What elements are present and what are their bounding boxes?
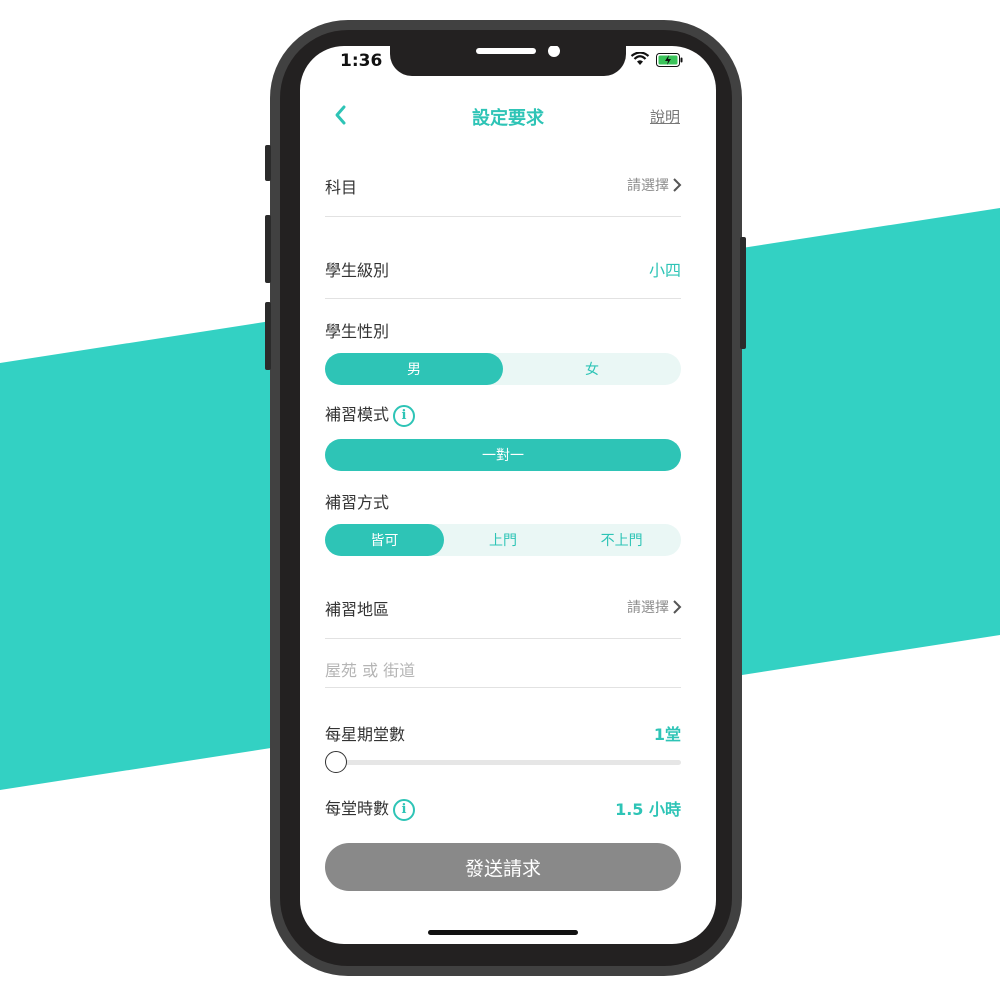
tutoring-method-label: 補習方式: [325, 493, 390, 512]
send-request-button[interactable]: 發送請求: [325, 843, 681, 891]
divider: [325, 216, 681, 217]
battery-charging-icon: [656, 53, 683, 67]
phone-side-button: [265, 215, 271, 283]
lessons-slider-thumb[interactable]: [325, 751, 347, 773]
phone-side-button: [265, 145, 271, 181]
subject-value: 請選擇: [627, 178, 669, 194]
phone-side-button: [265, 302, 271, 370]
gender-label: 學生性別: [325, 322, 390, 341]
district-select[interactable]: 請選擇: [627, 597, 682, 617]
tutoring-mode-option-one-on-one[interactable]: 一對一: [325, 439, 681, 471]
status-time: 1:36: [340, 51, 383, 71]
subject-label: 科目: [325, 178, 358, 197]
tutoring-method-option-any[interactable]: 皆可: [325, 524, 444, 556]
tutoring-mode-label: 補習模式: [325, 405, 390, 424]
gender-segmented-control: 男 女: [325, 353, 681, 385]
hours-per-lesson-value[interactable]: 1.5 小時: [615, 796, 681, 820]
gender-option-male[interactable]: 男: [325, 353, 503, 385]
tutoring-mode-segmented-control: 一對一: [325, 439, 681, 471]
lessons-slider-track[interactable]: [325, 760, 681, 765]
help-link[interactable]: 說明: [650, 106, 680, 127]
hours-per-lesson-label-row: 每堂時數 i: [325, 795, 416, 821]
district-value: 請選擇: [627, 600, 669, 616]
tutoring-mode-label-row: 補習模式 i: [325, 401, 416, 427]
app-screen: 1:36 設定要求 說明 科目 請選擇 學生級別 小四 學生性別 男 女 補習模…: [300, 46, 716, 944]
divider: [325, 638, 681, 639]
tutoring-method-option-home-visit[interactable]: 上門: [444, 524, 563, 556]
subject-select[interactable]: 請選擇: [627, 175, 682, 195]
grade-label: 學生級別: [325, 261, 390, 280]
home-indicator: [428, 930, 578, 935]
wifi-icon: [630, 52, 650, 65]
tutoring-method-option-no-home-visit[interactable]: 不上門: [562, 524, 681, 556]
lessons-per-week-value: 1堂: [653, 725, 681, 744]
district-label: 補習地區: [325, 600, 390, 619]
notch: [390, 46, 626, 76]
info-icon[interactable]: i: [393, 404, 416, 427]
info-icon[interactable]: i: [393, 798, 416, 821]
grade-value[interactable]: 小四: [649, 257, 681, 281]
phone-side-button: [740, 237, 746, 349]
lessons-per-week-label: 每星期堂數: [325, 725, 406, 744]
divider: [325, 298, 681, 299]
address-input[interactable]: [325, 654, 681, 688]
chevron-right-icon: [673, 178, 682, 192]
chevron-right-icon: [673, 600, 682, 614]
tutoring-method-segmented-control: 皆可 上門 不上門: [325, 524, 681, 556]
hours-per-lesson-label: 每堂時數: [325, 799, 390, 818]
gender-option-female[interactable]: 女: [503, 353, 681, 385]
nav-bar: 設定要求 說明: [300, 98, 716, 134]
